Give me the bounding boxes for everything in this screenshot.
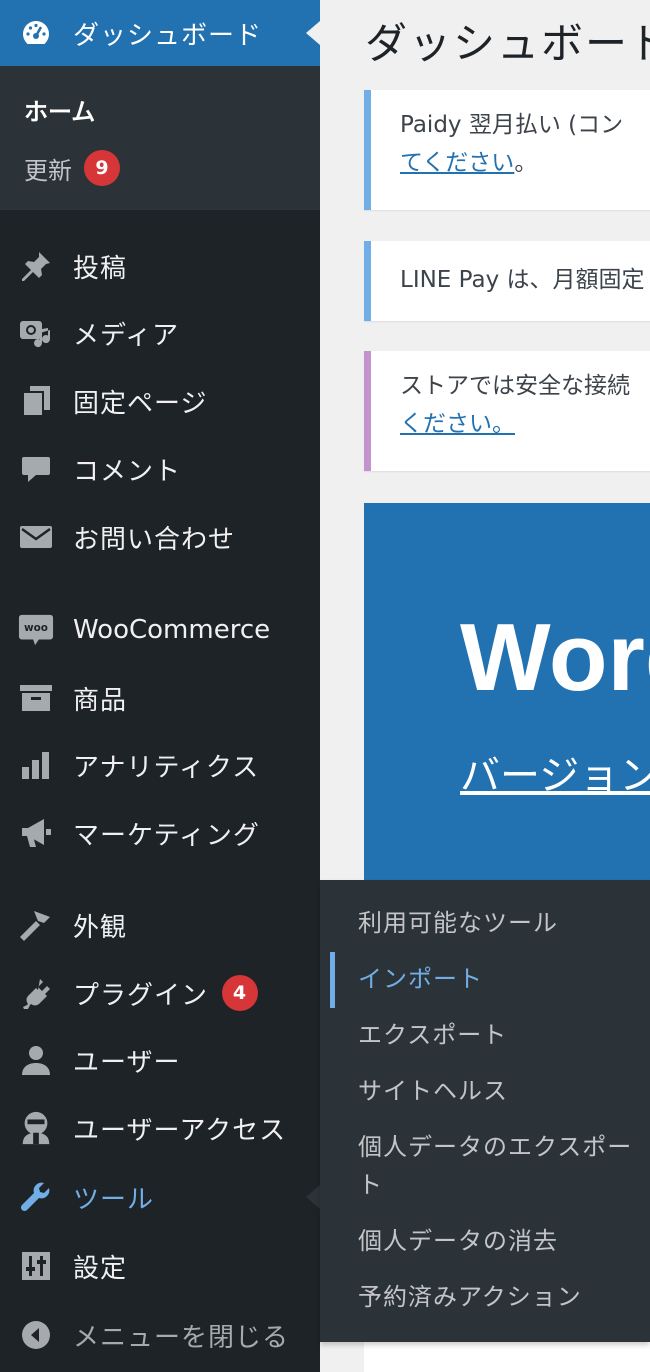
plug-icon <box>18 975 54 1011</box>
sidebar-item-woocommerce[interactable]: woo WooCommerce <box>0 600 320 660</box>
admin-sidebar: ダッシュボード ホーム 更新 9 投稿 メディア 固定ページ コメント お問い合… <box>0 0 320 1372</box>
dashboard-gauge-icon <box>18 15 54 51</box>
update-count-badge: 9 <box>84 150 120 186</box>
megaphone-icon <box>18 815 54 851</box>
sidebar-item-products[interactable]: 商品 <box>0 668 320 728</box>
sidebar-item-tools[interactable]: ツール <box>0 1167 320 1227</box>
version-link[interactable]: バージョン <box>460 743 650 801</box>
woo-icon: woo <box>18 612 54 648</box>
svg-text:woo: woo <box>24 622 48 634</box>
comment-icon <box>18 451 54 487</box>
sidebar-item-label: メディア <box>73 320 180 351</box>
submenu-item-available-tools[interactable]: 利用可能なツール <box>358 904 638 942</box>
sidebar-item-settings[interactable]: 設定 <box>0 1236 320 1296</box>
sidebar-item-label: ツール <box>73 1184 155 1215</box>
sidebar-item-analytics[interactable]: アナリティクス <box>0 735 320 795</box>
current-page-arrow <box>306 21 320 45</box>
sliders-icon <box>18 1248 54 1284</box>
sidebar-item-label: メニューを閉じる <box>73 1322 290 1353</box>
notice-text: LINE Pay は、月額固定 <box>400 267 645 293</box>
wrench-icon <box>18 1179 54 1215</box>
sidebar-item-label: マーケティング <box>73 820 260 851</box>
sidebar-item-label: プラグイン 4 <box>73 975 259 1012</box>
collapse-arrow-icon <box>18 1317 54 1353</box>
sidebar-item-plugins[interactable]: プラグイン 4 <box>0 963 320 1023</box>
sidebar-item-pages[interactable]: 固定ページ <box>0 371 320 431</box>
notice-link[interactable]: ください。 <box>400 411 515 437</box>
sidebar-item-appearance[interactable]: 外観 <box>0 895 320 955</box>
welcome-headline: Word <box>460 604 650 711</box>
sidebar-item-label: ユーザーアクセス <box>73 1115 287 1146</box>
sidebar-item-label: アナリティクス <box>73 752 260 783</box>
submenu-item-erase-personal-data[interactable]: 個人データの消去 <box>358 1222 638 1260</box>
bar-chart-icon <box>18 747 54 783</box>
notice-secure-connection: ストアでは安全な接続 ください。 <box>364 351 650 471</box>
guard-icon <box>18 1110 54 1146</box>
sidebar-item-label: お問い合わせ <box>73 524 236 555</box>
tools-flyout-submenu: 利用可能なツール インポート エクスポート サイトヘルス 個人データのエクスポー… <box>320 880 650 1342</box>
notice-linepay: LINE Pay は、月額固定 <box>364 241 650 321</box>
page-title: ダッシュボード <box>365 19 650 68</box>
pages-icon <box>18 383 54 419</box>
sidebar-item-label: ダッシュボード <box>73 20 263 51</box>
content-panel <box>364 1342 650 1372</box>
submenu-item-export-personal-data[interactable]: 個人データのエクスポート <box>358 1128 638 1204</box>
user-icon <box>18 1042 54 1078</box>
notice-text: Paidy 翌月払い (コン <box>400 112 624 138</box>
sidebar-item-label: 設定 <box>73 1253 128 1284</box>
sidebar-item-comments[interactable]: コメント <box>0 439 320 499</box>
media-icon <box>18 315 54 351</box>
dashboard-submenu <box>0 66 320 210</box>
notice-accent-bar <box>364 351 371 471</box>
archive-icon <box>18 680 54 716</box>
sidebar-item-label: 外観 <box>73 912 128 943</box>
sidebar-item-posts[interactable]: 投稿 <box>0 236 320 296</box>
mail-icon <box>18 519 54 555</box>
submenu-item-site-health[interactable]: サイトヘルス <box>358 1072 638 1110</box>
collapse-menu-button[interactable]: メニューを閉じる <box>0 1305 320 1365</box>
plugin-update-badge: 4 <box>222 975 259 1011</box>
paintbrush-icon <box>18 907 54 943</box>
welcome-panel: Word バージョン <box>364 503 650 883</box>
sidebar-item-media[interactable]: メディア <box>0 303 320 363</box>
notice-paidy: Paidy 翌月払い (コン てください。 <box>364 90 650 210</box>
pushpin-icon <box>18 248 54 284</box>
submenu-item-label: 更新 <box>24 156 72 185</box>
submenu-item-import[interactable]: インポート <box>358 960 638 998</box>
sidebar-item-label: 投稿 <box>73 253 128 284</box>
notice-link[interactable]: てください <box>400 150 514 176</box>
sidebar-item-label: コメント <box>73 456 182 487</box>
sidebar-item-users[interactable]: ユーザー <box>0 1030 320 1090</box>
sidebar-item-label: 商品 <box>73 685 128 716</box>
sidebar-item-dashboard[interactable]: ダッシュボード <box>0 0 320 66</box>
sidebar-item-label: 固定ページ <box>73 388 208 419</box>
sidebar-item-label: WooCommerce <box>73 615 271 645</box>
sidebar-item-user-access[interactable]: ユーザーアクセス <box>0 1098 320 1158</box>
sidebar-item-marketing[interactable]: マーケティング <box>0 803 320 863</box>
sidebar-item-label: ユーザー <box>73 1047 181 1078</box>
submenu-item-export[interactable]: エクスポート <box>358 1016 638 1054</box>
notice-text-tail: 。 <box>514 150 538 176</box>
submenu-item-scheduled-actions[interactable]: 予約済みアクション <box>358 1278 638 1316</box>
current-item-indicator <box>330 952 335 1008</box>
notice-accent-bar <box>364 241 371 321</box>
sidebar-item-contact[interactable]: お問い合わせ <box>0 507 320 567</box>
flyout-pointer <box>306 1185 320 1209</box>
submenu-item-updates[interactable]: 更新 9 <box>24 150 120 186</box>
notice-text: ストアでは安全な接続 <box>400 373 630 399</box>
submenu-item-home[interactable]: ホーム <box>24 92 95 127</box>
notice-accent-bar <box>364 90 371 210</box>
plugins-label-text: プラグイン <box>73 980 209 1011</box>
